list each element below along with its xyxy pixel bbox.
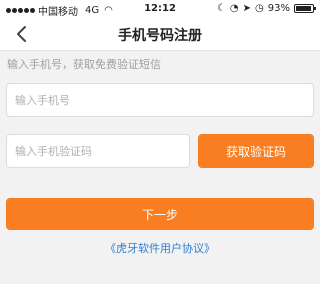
- user-agreement-link[interactable]: 《虎牙软件用户协议》: [0, 240, 320, 256]
- verification-code-input[interactable]: 输入手机验证码: [6, 134, 190, 168]
- moon-icon: ☾: [216, 3, 226, 14]
- phone-input[interactable]: 输入手机号: [6, 83, 314, 117]
- battery-icon: [294, 4, 316, 13]
- clock-icon: ◷: [255, 3, 264, 14]
- hint-text: 输入手机号，获取免费验证短信: [7, 58, 161, 71]
- nav-bar: 手机号码注册: [0, 18, 320, 51]
- page-title: 手机号码注册: [118, 28, 202, 44]
- location-icon: ➤: [242, 3, 252, 14]
- next-button[interactable]: 下一步: [6, 198, 314, 230]
- status-bar: 中国移动 4G ◠ 12:12 ☾ ◔ ➤ ◷ 93%: [0, 0, 320, 18]
- alarm-icon: ◔: [229, 3, 239, 14]
- battery-percent: 93%: [267, 3, 290, 14]
- get-code-button[interactable]: 获取验证码: [198, 134, 314, 168]
